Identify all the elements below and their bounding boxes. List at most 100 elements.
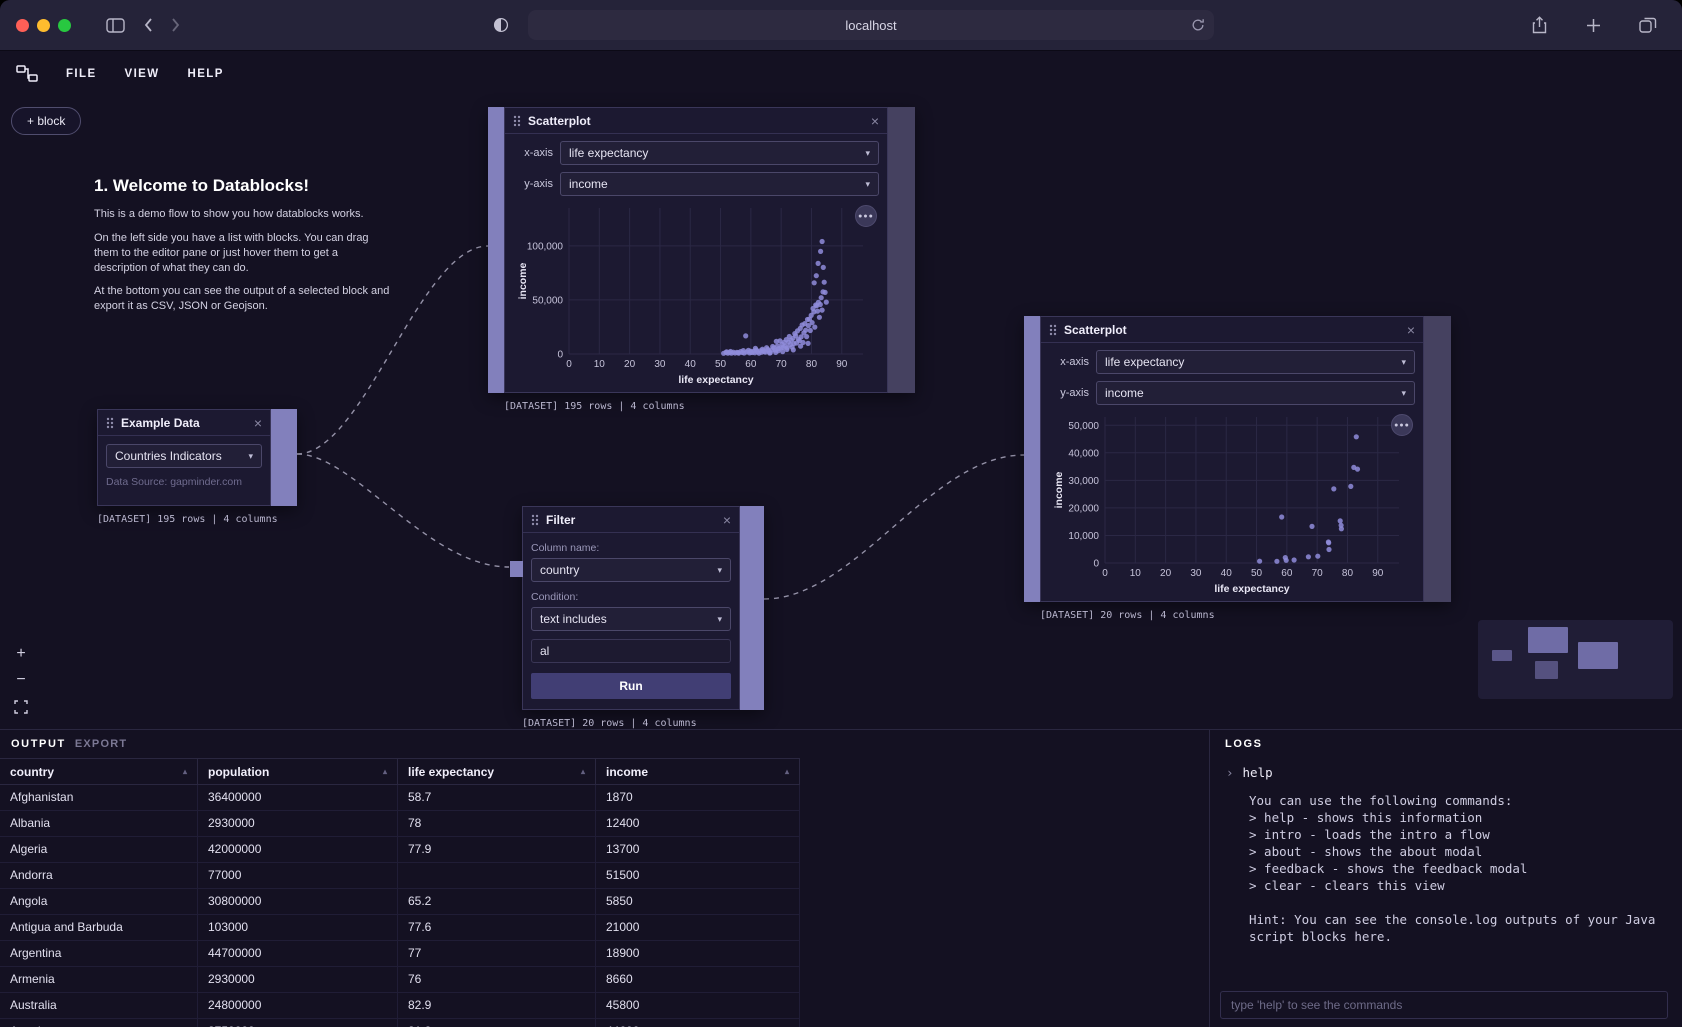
log-line: > feedback - shows the feedback modal bbox=[1226, 860, 1658, 877]
welcome-paragraph: At the bottom you can see the output of … bbox=[94, 284, 390, 314]
svg-text:20: 20 bbox=[1160, 568, 1172, 579]
input-port[interactable] bbox=[1024, 316, 1040, 602]
input-port[interactable] bbox=[488, 107, 504, 393]
x-axis-select[interactable]: life expectancy ▾ bbox=[560, 141, 879, 165]
sidebar-toggle-icon[interactable] bbox=[106, 18, 125, 33]
y-axis-select[interactable]: income ▾ bbox=[560, 172, 879, 196]
chart-menu-button[interactable]: ●●● bbox=[855, 205, 877, 227]
block-title: Scatterplot bbox=[528, 114, 864, 128]
table-cell: Antigua and Barbuda bbox=[0, 915, 198, 940]
table-cell: 78 bbox=[398, 811, 596, 836]
y-axis-select[interactable]: income ▾ bbox=[1096, 381, 1415, 405]
table-cell: 18900 bbox=[596, 941, 800, 966]
menu-item-file[interactable]: FILE bbox=[66, 68, 97, 80]
table-cell: 1870 bbox=[596, 785, 800, 810]
back-button[interactable] bbox=[143, 17, 153, 33]
menu-item-view[interactable]: VIEW bbox=[125, 68, 160, 80]
close-icon[interactable]: × bbox=[1407, 323, 1415, 337]
table-cell: 8660 bbox=[596, 967, 800, 992]
output-port[interactable] bbox=[1424, 316, 1451, 602]
svg-text:income: income bbox=[517, 262, 529, 299]
share-icon[interactable] bbox=[1531, 16, 1548, 34]
table-cell: Andorra bbox=[0, 863, 198, 888]
svg-text:90: 90 bbox=[1372, 568, 1384, 579]
minimap-block bbox=[1578, 642, 1618, 669]
new-tab-icon[interactable] bbox=[1586, 18, 1601, 33]
table-row: Australia2480000082.945800 bbox=[0, 993, 800, 1019]
column-header[interactable]: country▴ bbox=[0, 759, 198, 784]
address-bar[interactable]: localhost bbox=[528, 10, 1214, 40]
svg-text:80: 80 bbox=[806, 359, 818, 370]
run-button[interactable]: Run bbox=[531, 673, 731, 699]
minimap[interactable] bbox=[1478, 620, 1673, 699]
column-select[interactable]: country ▾ bbox=[531, 558, 731, 582]
menu-item-help[interactable]: HELP bbox=[188, 68, 224, 80]
column-header[interactable]: population▴ bbox=[198, 759, 398, 784]
svg-text:20: 20 bbox=[624, 359, 636, 370]
drag-handle-icon bbox=[513, 115, 521, 127]
block-drag-handle[interactable]: Filter × bbox=[523, 507, 739, 533]
tab-export[interactable]: EXPORT bbox=[75, 738, 127, 750]
sort-icon: ▴ bbox=[785, 767, 789, 776]
log-line: > intro - loads the intro a flow bbox=[1226, 826, 1658, 843]
x-axis-select[interactable]: life expectancy ▾ bbox=[1096, 350, 1415, 374]
traffic-lights bbox=[16, 19, 71, 32]
sort-icon: ▴ bbox=[383, 767, 387, 776]
edge-exampledata-filter bbox=[297, 454, 509, 567]
table-cell: Australia bbox=[0, 993, 198, 1018]
table-cell: 8750000 bbox=[198, 1019, 398, 1027]
svg-text:50,000: 50,000 bbox=[532, 295, 563, 306]
table-row: Andorra7700051500 bbox=[0, 863, 800, 889]
minimize-window-button[interactable] bbox=[37, 19, 50, 32]
drag-handle-icon bbox=[531, 514, 539, 526]
table-body: Afghanistan3640000058.71870Albania293000… bbox=[0, 785, 800, 1027]
add-block-button[interactable]: + block bbox=[11, 107, 81, 135]
logs-title: LOGS bbox=[1210, 730, 1682, 758]
chevron-down-icon: ▾ bbox=[865, 179, 870, 190]
welcome-note: 1. Welcome to Datablocks! This is a demo… bbox=[94, 176, 390, 323]
sort-icon: ▴ bbox=[183, 767, 187, 776]
close-window-button[interactable] bbox=[16, 19, 29, 32]
zoom-in-button[interactable]: + bbox=[10, 645, 32, 665]
input-port[interactable] bbox=[510, 561, 523, 577]
tab-output[interactable]: OUTPUT bbox=[11, 738, 66, 750]
log-line: Hint: You can see the console.log output… bbox=[1226, 911, 1658, 945]
block-drag-handle[interactable]: Scatterplot × bbox=[505, 108, 887, 134]
forward-button[interactable] bbox=[171, 17, 181, 33]
fit-view-button[interactable] bbox=[10, 697, 32, 717]
column-name-label: Column name: bbox=[531, 542, 731, 554]
block-scatterplot-2: Scatterplot × x-axis life expectancy ▾ y… bbox=[1024, 316, 1451, 621]
dataset-select[interactable]: Countries Indicators ▾ bbox=[106, 444, 262, 468]
welcome-title: 1. Welcome to Datablocks! bbox=[94, 176, 390, 196]
flow-canvas[interactable]: + block 1. Welcome to Datablocks! This i… bbox=[0, 96, 1682, 729]
output-port[interactable] bbox=[740, 506, 764, 710]
close-icon[interactable]: × bbox=[871, 114, 879, 128]
condition-select[interactable]: text includes ▾ bbox=[531, 607, 731, 631]
table-cell: 36400000 bbox=[198, 785, 398, 810]
chart-menu-button[interactable]: ●●● bbox=[1391, 414, 1413, 436]
svg-text:0: 0 bbox=[1093, 559, 1099, 570]
output-port[interactable] bbox=[888, 107, 915, 393]
svg-text:30: 30 bbox=[1190, 568, 1202, 579]
svg-text:70: 70 bbox=[776, 359, 788, 370]
close-icon[interactable]: × bbox=[723, 513, 731, 527]
output-port[interactable] bbox=[271, 409, 297, 506]
filter-value-input[interactable] bbox=[531, 639, 731, 663]
logs-command-input[interactable] bbox=[1220, 991, 1668, 1019]
block-drag-handle[interactable]: Example Data × bbox=[98, 410, 270, 436]
column-header[interactable]: life expectancy▴ bbox=[398, 759, 596, 784]
svg-text:50: 50 bbox=[1251, 568, 1263, 579]
chevron-down-icon: ▾ bbox=[1401, 388, 1406, 399]
refresh-icon[interactable] bbox=[1191, 18, 1205, 32]
block-drag-handle[interactable]: Scatterplot × bbox=[1041, 317, 1423, 343]
zoom-out-button[interactable]: − bbox=[10, 671, 32, 691]
tabs-overview-icon[interactable] bbox=[1639, 17, 1657, 33]
table-cell: Argentina bbox=[0, 941, 198, 966]
shield-icon[interactable] bbox=[493, 17, 509, 33]
column-header[interactable]: income▴ bbox=[596, 759, 800, 784]
table-row: Algeria4200000077.913700 bbox=[0, 837, 800, 863]
svg-text:40: 40 bbox=[1221, 568, 1233, 579]
zoom-window-button[interactable] bbox=[58, 19, 71, 32]
chevron-down-icon: ▾ bbox=[248, 451, 253, 462]
close-icon[interactable]: × bbox=[254, 416, 262, 430]
